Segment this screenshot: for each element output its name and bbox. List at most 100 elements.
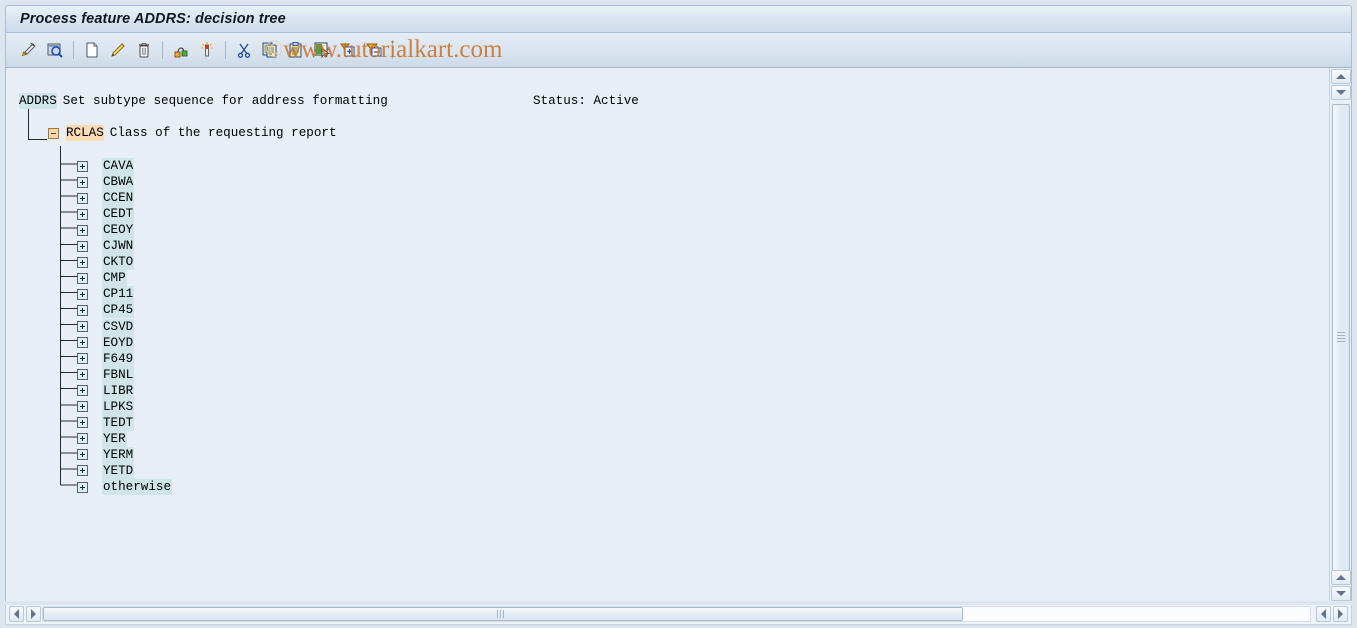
node-link-icon[interactable] xyxy=(168,37,194,63)
tree-node-label: CKTO xyxy=(102,254,135,271)
new-document-icon[interactable] xyxy=(79,37,105,63)
tree-node-cp45[interactable]: CP45 xyxy=(77,302,135,319)
toolbar-separator xyxy=(73,41,74,59)
expand-toggle-icon[interactable] xyxy=(77,465,88,477)
toolbar-separator xyxy=(392,41,393,59)
status-badge: Status: Active xyxy=(533,94,639,108)
tree-node-yerm[interactable]: YERM xyxy=(77,446,135,463)
horizontal-scrollbar-thumb[interactable] xyxy=(43,607,963,621)
check-pencil-icon[interactable] xyxy=(16,37,42,63)
tree-node-cmp[interactable]: CMP xyxy=(77,270,127,287)
expand-toggle-icon[interactable] xyxy=(77,353,88,365)
tree-node-cbwa[interactable]: CBWA xyxy=(77,174,135,191)
tree-node-label: CP11 xyxy=(102,286,135,303)
expand-toggle-icon[interactable] xyxy=(77,401,88,413)
scroll-up-button-bottom[interactable] xyxy=(1331,570,1351,585)
tree-node-ckto[interactable]: CKTO xyxy=(77,254,135,271)
decision-tree-panel: ADDRS Set subtype sequence for address fo… xyxy=(5,68,1352,601)
sap-gui-window: Process feature ADDRS: decision tree ©ww… xyxy=(0,0,1357,628)
scroll-right-button[interactable] xyxy=(26,606,41,622)
page-title: Process feature ADDRS: decision tree xyxy=(20,11,286,27)
tree-node-cedt[interactable]: CEDT xyxy=(77,206,135,223)
display-search-icon[interactable] xyxy=(42,37,68,63)
tree-node-label: YER xyxy=(102,430,127,447)
rclas-field-code: RCLAS xyxy=(66,125,104,141)
scroll-left-button-right[interactable] xyxy=(1316,606,1331,622)
tree-root-row[interactable]: ADDRS Set subtype sequence for address fo… xyxy=(19,93,388,109)
tree-node-ccen[interactable]: CCEN xyxy=(77,190,135,207)
expand-toggle-icon[interactable] xyxy=(77,369,88,381)
tree-node-fbnl[interactable]: FBNL xyxy=(77,366,135,383)
expand-toggle-icon[interactable] xyxy=(77,417,88,429)
magic-wand-icon[interactable] xyxy=(194,37,220,63)
delete-trash-icon[interactable] xyxy=(131,37,157,63)
tree-node-tedt[interactable]: TEDT xyxy=(77,414,135,431)
expand-toggle-icon[interactable] xyxy=(77,337,88,349)
tree-node-label: CCEN xyxy=(102,190,135,207)
scrollbar-grip xyxy=(497,610,509,618)
expand-toggle-icon[interactable] xyxy=(77,433,88,445)
tree-node-label: otherwise xyxy=(102,479,173,495)
scroll-right-button-right[interactable] xyxy=(1333,606,1348,622)
select-insert-icon[interactable] xyxy=(309,37,335,63)
expand-toggle-icon[interactable] xyxy=(77,192,88,204)
expand-toggle-icon[interactable] xyxy=(77,481,88,493)
tree-node-eoyd[interactable]: EOYD xyxy=(77,334,135,351)
horizontal-scrollbar[interactable] xyxy=(5,605,1352,625)
collapse-all-icon[interactable] xyxy=(361,37,387,63)
tree-node-f649[interactable]: F649 xyxy=(77,350,135,367)
expand-toggle-icon[interactable] xyxy=(77,288,88,300)
expand-toggle-icon[interactable] xyxy=(77,321,88,332)
tree-node-ceoy[interactable]: CEOY xyxy=(77,222,135,239)
tree-node-csvd[interactable]: CSVD xyxy=(77,318,135,335)
expand-toggle-icon[interactable] xyxy=(77,272,88,284)
scroll-down-button-bottom[interactable] xyxy=(1331,586,1351,601)
triangle-left-icon xyxy=(14,609,19,619)
tree-node-yetd[interactable]: YETD xyxy=(77,462,135,479)
tree-node-lpks[interactable]: LPKS xyxy=(77,398,135,415)
tree-node-libr[interactable]: LIBR xyxy=(77,382,135,399)
tree-node-rclas[interactable]: RCLAS Class of the requesting report xyxy=(48,125,337,141)
rclas-field-description: Class of the requesting report xyxy=(109,126,337,140)
expand-all-icon[interactable] xyxy=(335,37,361,63)
expand-toggle-icon[interactable] xyxy=(77,385,88,397)
expand-toggle-icon[interactable] xyxy=(77,160,88,172)
scroll-left-button[interactable] xyxy=(9,606,24,622)
expand-toggle-icon[interactable] xyxy=(77,176,88,188)
cut-scissors-icon[interactable] xyxy=(231,37,257,63)
toolbar-separator xyxy=(225,41,226,59)
paste-clipboard-icon[interactable] xyxy=(283,37,309,63)
tree-node-cp11[interactable]: CP11 xyxy=(77,286,135,303)
copy-icon[interactable] xyxy=(257,37,283,63)
tree-node-label: CJWN xyxy=(102,238,135,255)
horizontal-scrollbar-track[interactable] xyxy=(42,606,1311,622)
expand-toggle-icon[interactable] xyxy=(77,256,88,268)
triangle-right-icon xyxy=(31,609,36,619)
tree-node-cava[interactable]: CAVA xyxy=(77,158,135,174)
toolbar-separator xyxy=(162,41,163,59)
scroll-down-button[interactable] xyxy=(1330,85,1351,100)
vertical-scrollbar-bottom-buttons xyxy=(1330,569,1352,601)
vertical-scrollbar-thumb[interactable] xyxy=(1332,104,1350,571)
window-title-bar: Process feature ADDRS: decision tree xyxy=(5,5,1352,33)
tree-node-label: LPKS xyxy=(102,398,135,415)
triangle-down-icon xyxy=(1336,591,1346,596)
collapse-toggle-icon[interactable] xyxy=(48,127,59,139)
expand-toggle-icon[interactable] xyxy=(77,208,88,220)
expand-toggle-icon[interactable] xyxy=(77,240,88,252)
expand-toggle-icon[interactable] xyxy=(77,449,88,461)
expand-toggle-icon[interactable] xyxy=(77,304,88,316)
tree-node-otherwise[interactable]: otherwise xyxy=(77,479,173,495)
vertical-scrollbar[interactable] xyxy=(1329,68,1351,601)
tree-node-label: CEOY xyxy=(102,222,135,239)
scroll-up-button[interactable] xyxy=(1330,69,1351,84)
tree-node-label: FBNL xyxy=(102,366,135,383)
triangle-down-icon xyxy=(1335,90,1346,95)
tree-node-label: CEDT xyxy=(102,206,135,223)
tree-node-label: YERM xyxy=(102,446,135,463)
expand-toggle-icon[interactable] xyxy=(77,224,88,236)
tree-node-yer[interactable]: YER xyxy=(77,430,127,447)
tree-node-cjwn[interactable]: CJWN xyxy=(77,238,135,255)
edit-pencil-icon[interactable] xyxy=(105,37,131,63)
tree-node-label: CSVD xyxy=(102,318,135,335)
